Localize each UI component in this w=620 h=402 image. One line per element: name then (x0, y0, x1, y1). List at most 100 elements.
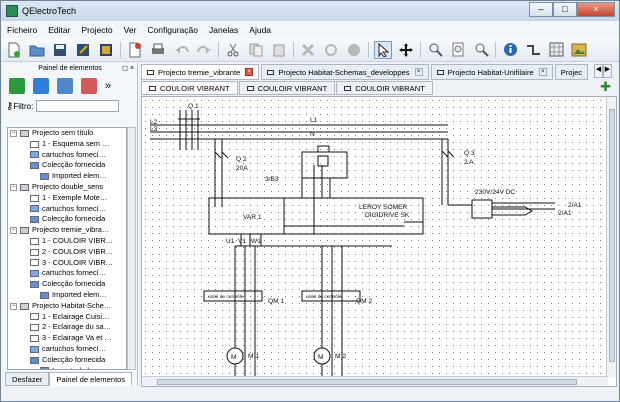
tree-item-folio[interactable]: 1 - Exemple Mote… (8, 193, 126, 204)
menu-project[interactable]: Projecto (81, 25, 112, 35)
folio-tab-2[interactable]: COULOIR VIBRANT (238, 81, 336, 95)
tree-item-folio[interactable]: 1 - Eclairage Cuisi… (8, 312, 126, 323)
delete-category-icon[interactable] (81, 78, 97, 94)
expand-icon[interactable]: − (10, 129, 17, 137)
expand-icon[interactable] (30, 367, 37, 369)
zoom-fit-icon[interactable] (449, 41, 467, 59)
image-icon[interactable] (570, 41, 588, 59)
tree-item-cartridge[interactable]: cartuchos fornecí… (8, 344, 126, 355)
canvas-vertical-scrollbar[interactable] (606, 97, 616, 378)
expand-icon[interactable]: − (10, 183, 17, 191)
tree-item-collection[interactable]: Colecção fornecida (8, 355, 126, 366)
document-tab-habitat-schemas[interactable]: Projecto Habitat-Schemas_developpes × (261, 64, 429, 80)
expand-icon[interactable] (30, 292, 37, 299)
redo-icon[interactable] (195, 41, 213, 59)
folio-tab-3[interactable]: COULOIR VIBRANT (336, 81, 433, 95)
folio-tab-1[interactable]: COULOIR VIBRANT (141, 81, 238, 95)
tree-item-folio[interactable]: 2 - Eclairage du sa… (8, 322, 126, 333)
tree-item-cartridge[interactable]: cartuchos fornecí… (8, 204, 126, 215)
tree-item-folio[interactable]: 1 - Esquema sem … (8, 139, 126, 150)
tree-item-project[interactable]: − Projecto tremie_vibra… (8, 225, 126, 236)
expand-icon[interactable] (20, 195, 27, 202)
menu-help[interactable]: Ajuda (249, 25, 271, 35)
tree-item-project[interactable]: − Projecto sem título (8, 128, 126, 139)
horizontal-scroll-thumb[interactable] (157, 379, 577, 385)
vertical-scroll-thumb[interactable] (609, 109, 615, 362)
cut-icon[interactable] (224, 41, 242, 59)
move-icon[interactable] (397, 41, 415, 59)
document-tab-habitat-unifilaire[interactable]: Projecto Habitat-Unifilaire × (430, 64, 553, 80)
tree-item-cartridge[interactable]: cartuchos fornecí… (8, 150, 126, 161)
tab-elements-panel[interactable]: Painel de elementos (49, 372, 133, 386)
menu-edit[interactable]: Editar (48, 25, 70, 35)
close-tab-icon[interactable]: × (538, 68, 547, 76)
expand-icon[interactable] (20, 346, 27, 353)
expand-icon[interactable] (20, 205, 27, 212)
menu-windows[interactable]: Janelas (209, 25, 238, 35)
expand-icon[interactable] (20, 270, 27, 277)
expand-icon[interactable] (20, 249, 27, 256)
expand-icon[interactable] (20, 281, 27, 288)
expand-icon[interactable] (20, 238, 27, 245)
minimize-button[interactable]: – (529, 2, 553, 17)
expand-icon[interactable] (20, 313, 27, 320)
tree-item-collection[interactable]: Imported elem… (8, 366, 126, 369)
tab-right-button[interactable]: ▶ (603, 64, 612, 78)
paste-icon[interactable] (270, 41, 288, 59)
menu-file[interactable]: Ficheiro (7, 25, 37, 35)
schematic-canvas[interactable]: Q 1 Q 2 20A Q 3 2 A 3/B3 VAR 1 LEROY SOM… (142, 97, 608, 386)
document-tab-tremie[interactable]: Projecto tremie_vibrante × (141, 64, 260, 80)
expand-icon[interactable] (30, 173, 37, 180)
print-icon[interactable] (149, 41, 167, 59)
new-category-icon[interactable] (33, 78, 49, 94)
save-as-icon[interactable] (74, 41, 92, 59)
expand-icon[interactable] (20, 259, 27, 266)
more-options-icon[interactable]: » (105, 80, 111, 92)
expand-icon[interactable] (20, 357, 27, 364)
tree-item-folio[interactable]: 2 - COULOIR VIBR… (8, 247, 126, 258)
open-icon[interactable] (28, 41, 46, 59)
expand-icon[interactable] (20, 162, 27, 169)
tree-item-folio[interactable]: 3 - Eclairage Va et … (8, 333, 126, 344)
delete-icon[interactable] (299, 41, 317, 59)
canvas-horizontal-scrollbar[interactable] (142, 376, 608, 386)
menu-settings[interactable]: Configuração (147, 25, 198, 35)
document-tab-project[interactable]: Projec (554, 64, 589, 80)
maximize-button[interactable]: □ (553, 2, 577, 17)
tab-undo[interactable]: Desfazer (5, 372, 50, 386)
conductor-icon[interactable] (524, 41, 542, 59)
tree-item-cartridge[interactable]: cartuchos fornecí… (8, 268, 126, 279)
add-folio-icon[interactable]: ✚ (600, 80, 611, 93)
expand-icon[interactable] (20, 141, 27, 148)
tree-item-collection[interactable]: Imported elem… (8, 171, 126, 182)
expand-icon[interactable] (20, 151, 27, 158)
tree-item-project[interactable]: − Projecto Habitat-Sche… (8, 301, 126, 312)
close-icon[interactable] (126, 41, 144, 59)
tree-item-collection[interactable]: Imported elem… (8, 290, 126, 301)
close-button[interactable]: × (577, 2, 615, 17)
tree-item-collection[interactable]: Colecção fornecida (8, 160, 126, 171)
schematic-view[interactable]: Q 1 Q 2 20A Q 3 2 A 3/B3 VAR 1 LEROY SOM… (141, 96, 617, 387)
close-tab-icon[interactable]: × (414, 68, 423, 76)
tree-item-collection[interactable]: Colecção fornecida (8, 279, 126, 290)
reload-icon[interactable] (9, 78, 25, 94)
close-tab-icon[interactable]: × (245, 68, 254, 76)
tree-item-folio[interactable]: 3 - COULOIR VIBR… (8, 258, 126, 269)
menu-view[interactable]: Ver (124, 25, 137, 35)
zoom-in-icon[interactable] (426, 41, 444, 59)
expand-icon[interactable] (20, 324, 27, 331)
expand-icon[interactable] (20, 335, 27, 342)
grid-icon[interactable] (547, 41, 565, 59)
about-icon[interactable] (501, 41, 519, 59)
tree-item-folio[interactable]: 1 - COULOIR VIBR… (8, 236, 126, 247)
expand-icon[interactable]: − (10, 302, 17, 310)
new-icon[interactable] (5, 41, 23, 59)
edit-category-icon[interactable] (57, 78, 73, 94)
project-tree[interactable]: − Projecto sem título 1 - Esquema sem … car… (7, 127, 127, 370)
save-all-icon[interactable] (97, 41, 115, 59)
expand-icon[interactable] (20, 216, 27, 223)
tree-item-collection[interactable]: Colecção fornecida (8, 214, 126, 225)
zoom-out-icon[interactable] (472, 41, 490, 59)
tab-left-button[interactable]: ◀ (594, 64, 603, 78)
tree-item-project[interactable]: − Projecto double_sens (8, 182, 126, 193)
